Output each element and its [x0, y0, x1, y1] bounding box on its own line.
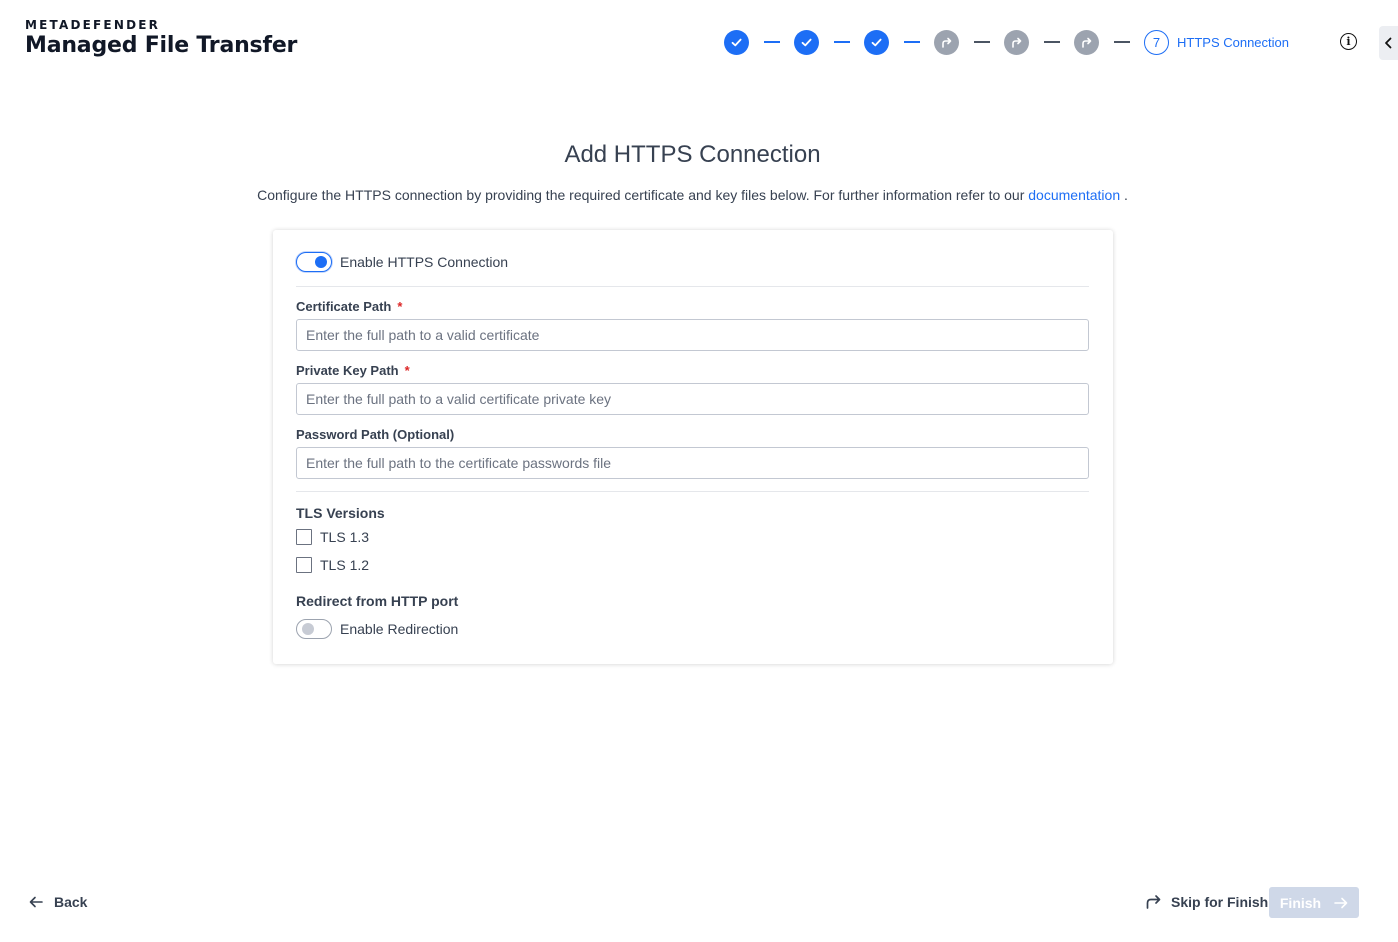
brand-logo: METADEFENDER Managed File Transfer: [25, 18, 297, 58]
skip-for-finish-button[interactable]: Skip for Finish: [1145, 893, 1268, 910]
step-connector: [1044, 41, 1060, 43]
divider: [296, 491, 1089, 492]
check-icon: [801, 38, 812, 46]
tls-1-3-checkbox[interactable]: [296, 529, 312, 545]
brand-top-text: METADEFENDER: [25, 18, 161, 32]
subtitle-text: Configure the HTTPS connection by provid…: [257, 187, 1025, 203]
current-step-label: HTTPS Connection: [1177, 34, 1289, 50]
skip-label: Skip for Finish: [1171, 893, 1269, 910]
step-2[interactable]: [794, 29, 819, 55]
enable-redirection-toggle[interactable]: [296, 619, 332, 639]
skip-arrow-icon: [1082, 37, 1092, 48]
password-path-label: Password Path (Optional): [296, 427, 455, 442]
arrow-left-icon: [29, 896, 43, 908]
skip-arrow-icon: [942, 37, 952, 48]
step-connector: [904, 41, 920, 43]
check-icon: [731, 38, 742, 46]
certificate-path-label-text: Certificate Path: [296, 299, 392, 314]
step-7-current[interactable]: 7: [1144, 29, 1169, 55]
step-3[interactable]: [864, 29, 889, 55]
required-mark: *: [397, 299, 403, 314]
chevron-left-icon: [1385, 37, 1392, 49]
https-settings-card: Enable HTTPS Connection Certificate Path…: [273, 230, 1113, 664]
step-connector: [974, 41, 990, 43]
tls-1-3-label: TLS 1.3: [320, 529, 370, 545]
toggle-knob: [302, 623, 314, 635]
wizard-stepper: 7 HTTPS Connection: [724, 29, 1289, 55]
back-label: Back: [54, 894, 88, 910]
certificate-path-input[interactable]: [296, 319, 1089, 351]
toggle-knob: [315, 256, 327, 268]
finish-label: Finish: [1279, 894, 1322, 911]
private-key-path-label-text: Private Key Path: [296, 363, 399, 378]
divider: [296, 286, 1089, 287]
tls-1-2-label: TLS 1.2: [320, 557, 370, 573]
step-1[interactable]: [724, 29, 749, 55]
tls-1-2-checkbox[interactable]: [296, 557, 312, 573]
skip-arrow-icon: [1012, 37, 1022, 48]
certificate-path-label: Certificate Path *: [296, 299, 402, 314]
enable-https-label: Enable HTTPS Connection: [340, 254, 509, 270]
skip-arrow-icon: [1146, 895, 1161, 909]
step-connector: [1114, 41, 1130, 43]
private-key-path-input[interactable]: [296, 383, 1089, 415]
step-connector: [764, 41, 780, 43]
password-path-input[interactable]: [296, 447, 1089, 479]
back-button[interactable]: Back: [29, 894, 87, 910]
redirect-title: Redirect from HTTP port: [296, 593, 459, 609]
finish-button[interactable]: Finish: [1269, 887, 1359, 918]
enable-redirection-label: Enable Redirection: [340, 621, 459, 637]
enable-https-toggle[interactable]: [296, 252, 332, 272]
tls-1-2-option[interactable]: TLS 1.2: [296, 557, 369, 573]
subtitle-suffix: .: [1124, 187, 1128, 203]
tls-1-3-option[interactable]: TLS 1.3: [296, 529, 369, 545]
check-icon: [871, 38, 882, 46]
tls-versions-title: TLS Versions: [296, 505, 385, 521]
brand-product-name: Managed File Transfer: [25, 33, 298, 58]
page-subtitle: Configure the HTTPS connection by provid…: [0, 187, 1385, 203]
enable-redirection-row: Enable Redirection: [296, 619, 458, 639]
arrow-right-icon: [1334, 897, 1348, 908]
step-4[interactable]: [934, 29, 959, 55]
documentation-link[interactable]: documentation: [1028, 187, 1120, 203]
step-connector: [834, 41, 850, 43]
required-mark: *: [404, 363, 410, 378]
step-number: 7: [1152, 34, 1161, 50]
enable-https-row: Enable HTTPS Connection: [296, 252, 508, 272]
private-key-path-label: Private Key Path *: [296, 363, 410, 378]
page-title: Add HTTPS Connection: [564, 141, 821, 168]
info-icon[interactable]: i: [1340, 33, 1357, 50]
step-6[interactable]: [1074, 29, 1099, 55]
collapse-panel-button[interactable]: [1379, 26, 1398, 60]
step-5[interactable]: [1004, 29, 1029, 55]
